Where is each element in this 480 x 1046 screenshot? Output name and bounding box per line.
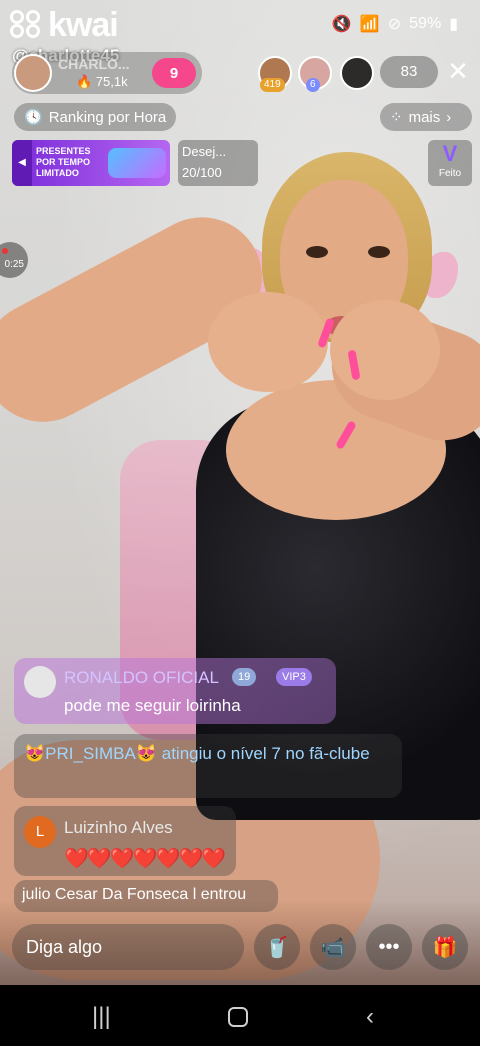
host-likes-count: 75,1k bbox=[95, 74, 128, 89]
drink-icon: 🥤 bbox=[264, 936, 290, 959]
kwai-logo: kwai bbox=[10, 6, 119, 44]
grid-icon: ⁘ bbox=[390, 109, 403, 126]
top-viewer-avatar[interactable] bbox=[340, 56, 374, 90]
vip-badge: VIP3 bbox=[276, 668, 312, 686]
recent-apps-icon[interactable]: ||| bbox=[92, 1003, 111, 1031]
more-button[interactable]: ⁘ mais › bbox=[380, 103, 472, 131]
limited-gifts-banner[interactable]: ◀ PRESENTES POR TEMPO LIMITADO bbox=[12, 140, 170, 186]
avatar[interactable]: L bbox=[24, 816, 56, 848]
host-info-pill[interactable]: CHARLO... 🔥 75,1k 9 bbox=[12, 52, 202, 94]
android-navbar: ||| ‹ bbox=[0, 985, 480, 1046]
chat-username[interactable]: RONALDO OFICIAL bbox=[64, 668, 219, 688]
v-logo-icon: V bbox=[442, 141, 458, 166]
car-gift-icon bbox=[108, 148, 166, 178]
streamer-hand-right bbox=[330, 300, 440, 400]
chat-message-vip[interactable]: RONALDO OFICIAL 19 VIP3 pode me seguir l… bbox=[14, 658, 336, 724]
battery-icon: ▮ bbox=[449, 16, 458, 33]
comment-input[interactable]: Diga algo bbox=[12, 924, 244, 970]
mute-icon: 🔇 bbox=[331, 16, 352, 33]
streamer-hand-left bbox=[208, 292, 328, 392]
chat-message-text: pode me seguir loirinha bbox=[64, 696, 241, 715]
chat-username[interactable]: Luizinho Alves bbox=[64, 818, 173, 838]
promo-text: PRESENTES POR TEMPO LIMITADO bbox=[36, 146, 91, 178]
more-dots-icon: ••• bbox=[378, 935, 400, 958]
ranking-label: Ranking por Hora bbox=[48, 108, 167, 126]
viewer-badge: 419 bbox=[260, 78, 285, 92]
chat-join-notice: julio Cesar Da Fonseca l entrou bbox=[14, 880, 278, 912]
record-time: 0:25 bbox=[4, 259, 24, 270]
wish-count: 20/100 bbox=[182, 165, 222, 180]
streamer-eye-right bbox=[368, 246, 390, 258]
wish-title: Desej... bbox=[182, 144, 227, 159]
chat-message[interactable]: L Luizinho Alves ❤️❤️❤️❤️❤️❤️❤️ bbox=[14, 806, 236, 876]
host-likes: 🔥 75,1k bbox=[76, 74, 128, 90]
video-call-icon: 📹 bbox=[320, 936, 346, 959]
drink-gift-button[interactable]: 🥤 bbox=[254, 924, 300, 970]
avatar[interactable] bbox=[24, 666, 56, 698]
chat-level-up: 😻PRI_SIMBA😻 atingiu o nível 7 no fã-club… bbox=[14, 734, 402, 798]
chevron-left-icon[interactable]: ◀ bbox=[12, 140, 32, 186]
back-icon[interactable]: ‹ bbox=[366, 1003, 374, 1031]
kwai-wordmark: kwai bbox=[48, 6, 119, 44]
close-icon[interactable]: ✕ bbox=[446, 56, 470, 86]
feito-label: Feito bbox=[438, 168, 462, 179]
viewer-badge: 6 bbox=[306, 78, 320, 92]
host-name: CHARLO... bbox=[58, 56, 130, 72]
battery-percent: 59% bbox=[409, 15, 442, 32]
record-dot-icon bbox=[2, 248, 8, 254]
wifi-icon: 📶 bbox=[359, 16, 380, 33]
dnd-icon: ⊘ bbox=[387, 16, 402, 33]
follow-badge-count: 9 bbox=[169, 64, 179, 82]
viewer-count[interactable]: 83 bbox=[380, 56, 438, 88]
level-up-text: 😻PRI_SIMBA😻 atingiu o nível 7 no fã-club… bbox=[24, 744, 370, 763]
host-avatar[interactable] bbox=[14, 54, 52, 92]
ranking-button[interactable]: 🕓 Ranking por Hora bbox=[14, 103, 177, 131]
join-text: julio Cesar Da Fonseca l entrou bbox=[22, 886, 247, 903]
clock-icon: 🕓 bbox=[24, 109, 43, 126]
feito-button[interactable]: V Feito bbox=[428, 140, 472, 186]
gift-button[interactable]: 🎁 bbox=[422, 924, 468, 970]
flame-icon: 🔥 bbox=[76, 74, 93, 89]
more-label: mais bbox=[408, 108, 441, 126]
status-icons: 🔇 📶 ⊘ 59% ▮ bbox=[332, 14, 458, 34]
kwai-logo-icon bbox=[10, 10, 44, 40]
more-options-button[interactable]: ••• bbox=[366, 924, 412, 970]
home-icon[interactable] bbox=[228, 1007, 248, 1027]
level-badge: 19 bbox=[232, 668, 257, 686]
video-call-button[interactable]: 📹 bbox=[310, 924, 356, 970]
follow-button[interactable]: 9 bbox=[152, 58, 196, 88]
wish-goal[interactable]: Desej... 20/100 bbox=[178, 140, 258, 186]
hearts-message: ❤️❤️❤️❤️❤️❤️❤️ bbox=[64, 848, 226, 870]
gift-icon: 🎁 bbox=[432, 936, 458, 959]
status-bar: kwai 🔇 📶 ⊘ 59% ▮ bbox=[0, 8, 480, 42]
chevron-right-icon: › bbox=[446, 108, 452, 126]
streamer-eye-left bbox=[306, 246, 328, 258]
